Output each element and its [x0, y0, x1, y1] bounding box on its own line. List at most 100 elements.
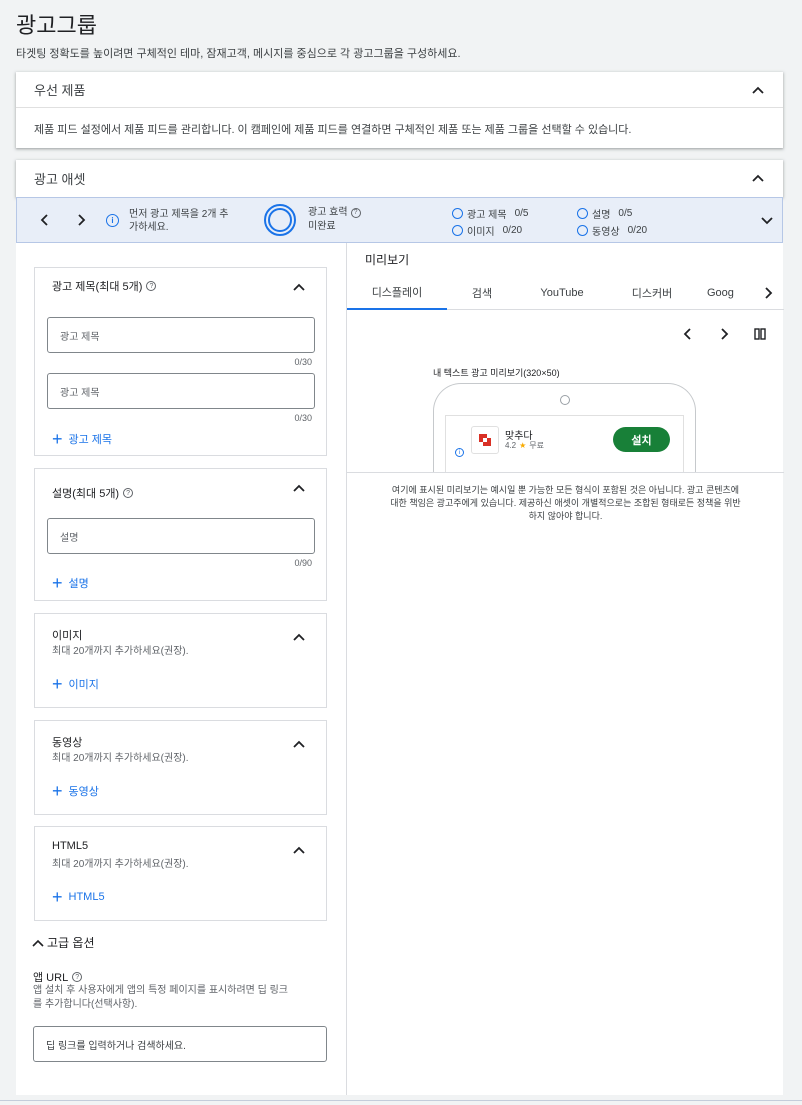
advanced-options-toggle[interactable]: 고급 옵션 — [32, 934, 95, 951]
chevron-up-icon[interactable] — [292, 630, 306, 649]
preview-prev-icon[interactable] — [678, 324, 698, 344]
descriptions-title: 설명(최대 5개) — [52, 488, 120, 500]
plus-icon: + — [52, 674, 63, 694]
advanced-options-label: 고급 옵션 — [47, 936, 95, 950]
add-html5-button[interactable]: + HTML5 — [52, 888, 105, 906]
info-icon: i — [106, 214, 119, 227]
images-desc: 최대 20개까지 추가하세요(권장). — [52, 646, 189, 657]
chevron-up-icon[interactable] — [751, 171, 765, 185]
chevron-left-icon[interactable] — [35, 210, 55, 230]
html5-section: HTML5 최대 20개까지 추가하세요(권장). + HTML5 — [34, 826, 327, 921]
plus-icon: + — [52, 781, 63, 801]
html5-desc: 최대 20개까지 추가하세요(권장). — [52, 859, 189, 870]
preview-title: 미리보기 — [365, 253, 410, 267]
req-headline: 광고 제목 0/5 — [452, 206, 529, 221]
chevron-right-icon[interactable] — [71, 210, 91, 230]
add-html5-label: HTML5 — [68, 891, 105, 903]
preview-disclaimer-line2: 대한 책임은 광고주에게 있습니다. 제공하신 애셋이 개별적으로는 조합된 형… — [390, 498, 741, 508]
grid-view-icon[interactable] — [750, 324, 770, 344]
req-image-label: 이미지 — [467, 227, 495, 238]
phone-camera-icon — [560, 395, 570, 405]
deep-link-input[interactable]: 딥 링크를 입력하거나 검색하세요. — [33, 1026, 327, 1062]
product-card: 우선 제품 제품 피드 설정에서 제품 피드를 관리합니다. 이 캠페인에 제품… — [16, 72, 783, 148]
headline-input-1-placeholder: 광고 제목 — [60, 331, 100, 343]
deep-link-placeholder: 딥 링크를 입력하거나 검색하세요. — [46, 1040, 186, 1052]
description-input-1[interactable]: 설명 — [47, 518, 315, 554]
ad-preview-caption: 내 텍스트 광고 미리보기(320×50) — [433, 368, 560, 378]
app-url-desc-line2: 를 추가합니다(선택사항). — [33, 999, 138, 1010]
chevron-up-icon[interactable] — [292, 481, 306, 500]
tab-google[interactable]: Goog — [697, 276, 752, 310]
chevron-down-icon[interactable] — [757, 210, 777, 230]
add-video-button[interactable]: + 동영상 — [52, 782, 99, 800]
chevron-up-icon[interactable] — [292, 280, 306, 299]
ad-strength-strip: i 먼저 광고 제목을 2개 추 가하세요. 광고 효력 ? 미완료 광고 제목… — [16, 197, 783, 243]
chevron-up-icon[interactable] — [292, 843, 306, 862]
circle-icon — [452, 208, 463, 219]
add-description-label: 설명 — [68, 578, 89, 590]
help-icon[interactable]: ? — [350, 208, 361, 218]
help-icon[interactable]: ? — [146, 281, 157, 291]
headline-input-1[interactable]: 광고 제목 — [47, 317, 315, 353]
add-description-button[interactable]: + 설명 — [52, 574, 89, 592]
plus-icon: + — [52, 429, 63, 449]
chevron-up-icon — [32, 939, 44, 947]
app-url-desc-line1: 앱 설치 후 사용자에게 앱의 특정 페이지를 표시하려면 딥 링크 — [33, 985, 289, 996]
preview-disclaimer: 여기에 표시된 미리보기는 예시일 뿐 가능한 모든 형식이 포함된 것은 아닙… — [357, 484, 774, 523]
tab-display[interactable]: 디스플레이 — [347, 276, 447, 310]
description-counter-1: 0/90 — [294, 558, 312, 568]
headline-counter-1: 0/30 — [294, 357, 312, 367]
images-title: 이미지 — [52, 630, 83, 642]
descriptions-section: 설명(최대 5개) ? 설명 0/90 + 설명 — [34, 468, 327, 601]
req-video-label: 동영상 — [592, 227, 620, 238]
preview-next-icon[interactable] — [714, 324, 734, 344]
headline-input-2[interactable]: 광고 제목 — [47, 373, 315, 409]
html5-title: HTML5 — [52, 840, 89, 852]
req-video: 동영상 0/20 — [577, 223, 647, 238]
product-card-title: 우선 제품 — [34, 83, 86, 98]
strength-status: 광고 효력 ? 미완료 — [308, 206, 361, 234]
strength-label: 광고 효력 — [308, 207, 348, 218]
app-url-label: 앱 URL — [33, 972, 69, 984]
page-subtitle: 타겟팅 정확도를 높이려면 구체적인 테마, 잠재고객, 메시지를 중심으로 각… — [16, 48, 461, 60]
preview-column: 미리보기 디스플레이 검색 YouTube 디스커버 Goog 내 텍스트 광고… — [346, 243, 784, 1095]
tab-discover[interactable]: 디스커버 — [607, 276, 697, 310]
app-logo — [471, 426, 499, 454]
tab-search[interactable]: 검색 — [447, 276, 517, 310]
req-image-count: 0/20 — [502, 225, 523, 236]
preview-tabs: 디스플레이 검색 YouTube 디스커버 Goog — [347, 276, 784, 310]
strength-info-text: 먼저 광고 제목을 2개 추 가하세요. — [129, 208, 228, 234]
phone-mockup: 맞추다 4.2 ★ 무료 i 설치 — [433, 383, 696, 473]
add-image-label: 이미지 — [68, 679, 99, 691]
app-rating: 4.2 — [505, 441, 517, 450]
add-image-button[interactable]: + 이미지 — [52, 675, 99, 693]
product-card-body: 제품 피드 설정에서 제품 피드를 관리합니다. 이 캠페인에 제품 피드를 연… — [34, 124, 632, 136]
app-price: 무료 — [529, 441, 545, 450]
install-button[interactable]: 설치 — [613, 427, 670, 452]
page-title: 광고그룹 — [16, 13, 97, 38]
help-icon[interactable]: ? — [123, 488, 134, 498]
videos-section: 동영상 최대 20개까지 추가하세요(권장). + 동영상 — [34, 720, 327, 815]
strength-value: 미완료 — [308, 221, 336, 232]
product-card-header[interactable]: 우선 제품 — [16, 72, 783, 108]
chevron-up-icon[interactable] — [292, 737, 306, 756]
chevron-up-icon[interactable] — [751, 83, 765, 97]
ad-choices-icon[interactable]: i — [455, 448, 464, 457]
preview-divider — [347, 472, 784, 473]
videos-title: 동영상 — [52, 737, 83, 749]
tabs-scroll-right-icon[interactable] — [752, 276, 784, 310]
circle-icon — [452, 225, 463, 236]
videos-desc: 최대 20개까지 추가하세요(권장). — [52, 753, 189, 764]
circle-icon — [577, 208, 588, 219]
tab-youtube[interactable]: YouTube — [517, 276, 607, 310]
help-icon[interactable]: ? — [72, 972, 83, 982]
req-description: 설명 0/5 — [577, 206, 632, 221]
headlines-section: 광고 제목(최대 5개) ? 광고 제목 0/30 광고 제목 0/30 + 광… — [34, 267, 327, 456]
add-headline-button[interactable]: + 광고 제목 — [52, 430, 112, 448]
preview-disclaimer-line3: 하지 않아야 합니다. — [528, 511, 603, 521]
assets-card-header[interactable]: 광고 애셋 — [16, 160, 783, 196]
strength-ring-icon — [264, 204, 296, 236]
bottom-divider — [0, 1100, 802, 1101]
plus-icon: + — [52, 573, 63, 593]
description-input-placeholder: 설명 — [60, 532, 79, 544]
